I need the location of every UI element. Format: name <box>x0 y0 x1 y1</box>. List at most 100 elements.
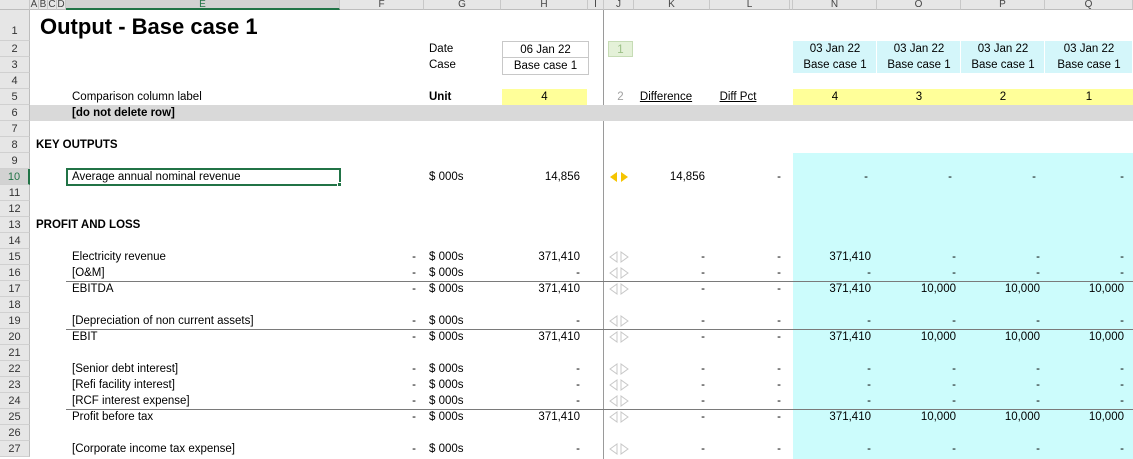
pl-value[interactable]: 371,410 <box>502 409 580 425</box>
pl-f-value[interactable]: - <box>340 265 416 281</box>
pl-scenario-q[interactable]: - <box>1045 361 1124 377</box>
pl-f-value[interactable]: - <box>340 249 416 265</box>
left-right-triangle-icon[interactable] <box>609 393 629 409</box>
pl-difference[interactable]: - <box>634 313 705 329</box>
pl-scenario-n[interactable]: 371,410 <box>793 409 871 425</box>
row-header-5[interactable]: 5 <box>0 89 30 105</box>
pl-difference[interactable]: - <box>634 265 705 281</box>
pl-scenario-q[interactable]: - <box>1045 377 1124 393</box>
pl-scenario-o[interactable]: - <box>877 313 956 329</box>
pl-scenario-n[interactable]: - <box>793 393 871 409</box>
row-header-22[interactable]: 22 <box>0 361 30 377</box>
key-output-difference[interactable]: 14,856 <box>634 169 705 185</box>
row-header-2[interactable]: 2 <box>0 41 30 57</box>
column-header-i[interactable]: I <box>588 0 604 10</box>
column-header-n[interactable]: N <box>793 0 877 10</box>
pl-difference[interactable]: - <box>634 361 705 377</box>
row-header-26[interactable]: 26 <box>0 425 30 441</box>
row-header-7[interactable]: 7 <box>0 121 30 137</box>
pl-scenario-n[interactable]: - <box>793 441 871 457</box>
row-header-3[interactable]: 3 <box>0 57 30 73</box>
pl-scenario-n[interactable]: - <box>793 377 871 393</box>
pl-value[interactable]: - <box>502 393 580 409</box>
row-header-8[interactable]: 8 <box>0 137 30 153</box>
pl-scenario-n[interactable]: - <box>793 313 871 329</box>
row-header-9[interactable]: 9 <box>0 153 30 169</box>
key-output-diff-pct[interactable]: - <box>710 169 781 185</box>
pl-scenario-q[interactable]: - <box>1045 265 1124 281</box>
pl-scenario-o[interactable]: - <box>877 265 956 281</box>
pl-diff-pct[interactable]: - <box>710 377 781 393</box>
row-header-17[interactable]: 17 <box>0 281 30 297</box>
pl-diff-pct[interactable]: - <box>710 265 781 281</box>
key-output-o[interactable]: - <box>877 169 952 185</box>
pl-scenario-p[interactable]: 10,000 <box>961 281 1040 297</box>
pl-scenario-o[interactable]: - <box>877 441 956 457</box>
row-header-14[interactable]: 14 <box>0 233 30 249</box>
pl-scenario-q[interactable]: - <box>1045 441 1124 457</box>
pl-diff-pct[interactable]: - <box>710 281 781 297</box>
left-right-triangle-icon[interactable] <box>609 361 629 377</box>
column-header-d[interactable]: D <box>57 0 66 10</box>
key-output-value[interactable]: 14,856 <box>502 169 580 185</box>
left-right-triangle-icon[interactable] <box>609 313 629 329</box>
left-right-triangle-icon[interactable] <box>609 281 629 297</box>
pl-diff-pct[interactable]: - <box>710 409 781 425</box>
pl-scenario-n[interactable]: 371,410 <box>793 281 871 297</box>
pl-diff-pct[interactable]: - <box>710 441 781 457</box>
comparison-value-cell[interactable]: 4 <box>502 89 587 105</box>
pl-f-value[interactable]: - <box>340 313 416 329</box>
pl-scenario-p[interactable]: - <box>961 441 1040 457</box>
pl-f-value[interactable]: - <box>340 441 416 457</box>
pl-scenario-q[interactable]: 10,000 <box>1045 409 1124 425</box>
column-header-p[interactable]: P <box>961 0 1045 10</box>
pl-diff-pct[interactable]: - <box>710 249 781 265</box>
pl-scenario-n[interactable]: 371,410 <box>793 329 871 345</box>
row-header-19[interactable]: 19 <box>0 313 30 329</box>
column-header-e[interactable]: E <box>66 0 340 10</box>
left-right-triangle-icon[interactable] <box>609 329 629 345</box>
fill-handle[interactable] <box>337 182 342 187</box>
pl-scenario-n[interactable]: 371,410 <box>793 249 871 265</box>
left-right-triangle-icon[interactable] <box>609 409 629 425</box>
pl-scenario-p[interactable]: - <box>961 377 1040 393</box>
pl-scenario-n[interactable]: - <box>793 265 871 281</box>
pl-scenario-q[interactable]: 10,000 <box>1045 281 1124 297</box>
pl-difference[interactable]: - <box>634 249 705 265</box>
column-header-f[interactable]: F <box>340 0 424 10</box>
pl-diff-pct[interactable]: - <box>710 361 781 377</box>
pl-difference[interactable]: - <box>634 281 705 297</box>
pl-scenario-q[interactable]: - <box>1045 313 1124 329</box>
pl-value[interactable]: - <box>502 377 580 393</box>
pl-scenario-p[interactable]: - <box>961 249 1040 265</box>
pl-scenario-o[interactable]: - <box>877 377 956 393</box>
pl-scenario-n[interactable]: - <box>793 361 871 377</box>
pl-value[interactable]: - <box>502 265 580 281</box>
pl-scenario-p[interactable]: - <box>961 393 1040 409</box>
pl-scenario-o[interactable]: 10,000 <box>877 281 956 297</box>
left-right-triangle-icon[interactable] <box>609 169 629 185</box>
row-header-27[interactable]: 27 <box>0 441 30 457</box>
row-header-21[interactable]: 21 <box>0 345 30 361</box>
pl-scenario-p[interactable]: - <box>961 265 1040 281</box>
pl-f-value[interactable]: - <box>340 329 416 345</box>
pl-scenario-o[interactable]: 10,000 <box>877 329 956 345</box>
pl-difference[interactable]: - <box>634 329 705 345</box>
row-header-1[interactable]: 1 <box>0 10 30 41</box>
pl-value[interactable]: 371,410 <box>502 249 580 265</box>
left-right-triangle-icon[interactable] <box>609 265 629 281</box>
select-all-corner[interactable] <box>0 0 30 10</box>
row-header-16[interactable]: 16 <box>0 265 30 281</box>
pl-difference[interactable]: - <box>634 441 705 457</box>
column-header-c[interactable]: C <box>48 0 57 10</box>
pl-scenario-p[interactable]: 10,000 <box>961 329 1040 345</box>
pl-diff-pct[interactable]: - <box>710 313 781 329</box>
row-header-23[interactable]: 23 <box>0 377 30 393</box>
row-header-13[interactable]: 13 <box>0 217 30 233</box>
key-output-p[interactable]: - <box>961 169 1036 185</box>
key-output-q[interactable]: - <box>1045 169 1124 185</box>
row-header-11[interactable]: 11 <box>0 185 30 201</box>
pl-value[interactable]: - <box>502 441 580 457</box>
row-header-20[interactable]: 20 <box>0 329 30 345</box>
row-header-15[interactable]: 15 <box>0 249 30 265</box>
